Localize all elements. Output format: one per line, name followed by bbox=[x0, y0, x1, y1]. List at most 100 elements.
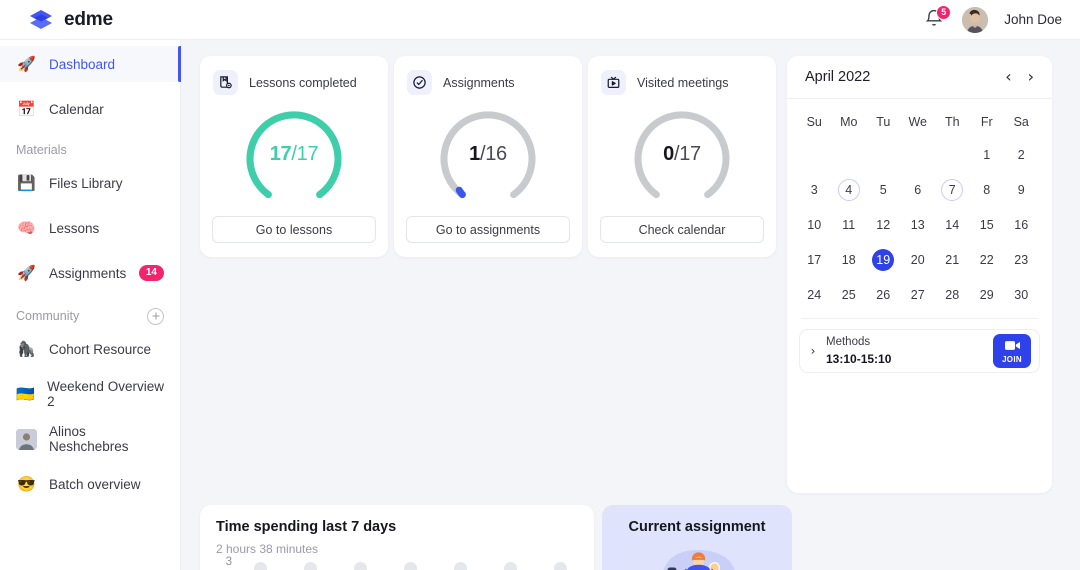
calendar-day[interactable] bbox=[907, 144, 929, 166]
bar-column[interactable] bbox=[492, 562, 528, 570]
calendar-day-cell[interactable]: 21 bbox=[935, 242, 970, 277]
calendar-day-cell[interactable]: 1 bbox=[970, 137, 1005, 172]
calendar-day-cell[interactable]: 24 bbox=[797, 277, 832, 312]
calendar-day[interactable]: 17 bbox=[803, 249, 825, 271]
calendar-day-cell[interactable]: 10 bbox=[797, 207, 832, 242]
calendar-day-cell[interactable]: 16 bbox=[1004, 207, 1039, 242]
notifications-button[interactable]: 5 bbox=[924, 4, 952, 32]
calendar-day[interactable]: 16 bbox=[1010, 214, 1032, 236]
calendar-day-cell[interactable] bbox=[832, 137, 867, 172]
calendar-day-cell[interactable]: 8 bbox=[970, 172, 1005, 207]
bar-column[interactable] bbox=[292, 562, 328, 570]
calendar-day[interactable]: 6 bbox=[907, 179, 929, 201]
sidebar-item-dashboard[interactable]: 🚀 Dashboard bbox=[0, 46, 181, 82]
dow-label: Sa bbox=[1013, 115, 1029, 129]
calendar-day[interactable]: 11 bbox=[838, 214, 860, 236]
calendar-day-cell[interactable] bbox=[935, 137, 970, 172]
calendar-day[interactable]: 9 bbox=[1010, 179, 1032, 201]
calendar-day[interactable]: 4 bbox=[837, 178, 860, 201]
sidebar-item-calendar[interactable]: 📅 Calendar bbox=[0, 91, 180, 127]
calendar-day[interactable]: 12 bbox=[872, 214, 894, 236]
calendar-day-cell[interactable]: 4 bbox=[832, 172, 867, 207]
calendar-day-cell[interactable]: 5 bbox=[866, 172, 901, 207]
join-meeting-button[interactable]: JOIN bbox=[993, 334, 1031, 368]
sidebar-item-alinos-neshchebres[interactable]: Alinos Neshchebres bbox=[0, 421, 180, 457]
calendar-day-cell[interactable] bbox=[797, 137, 832, 172]
calendar-day-cell[interactable]: 11 bbox=[832, 207, 867, 242]
calendar-day[interactable]: 3 bbox=[803, 179, 825, 201]
calendar-day-cell[interactable]: 17 bbox=[797, 242, 832, 277]
calendar-day[interactable]: 10 bbox=[803, 214, 825, 236]
calendar-day-cell[interactable]: 7 bbox=[935, 172, 970, 207]
calendar-day-cell[interactable]: 6 bbox=[901, 172, 936, 207]
calendar-day-cell[interactable]: 22 bbox=[970, 242, 1005, 277]
calendar-day-cell[interactable]: 29 bbox=[970, 277, 1005, 312]
bar-column[interactable] bbox=[392, 562, 428, 570]
calendar-day[interactable]: 7 bbox=[941, 178, 964, 201]
calendar-day-cell[interactable]: 25 bbox=[832, 277, 867, 312]
chevron-right-icon[interactable]: › bbox=[806, 344, 820, 358]
calendar-day[interactable]: 14 bbox=[941, 214, 963, 236]
calendar-day[interactable] bbox=[803, 144, 825, 166]
calendar-day[interactable]: 27 bbox=[907, 284, 929, 306]
sidebar-item-batch-overview[interactable]: 😎 Batch overview bbox=[0, 466, 180, 502]
bar-column[interactable] bbox=[442, 562, 478, 570]
calendar-day[interactable]: 23 bbox=[1010, 249, 1032, 271]
calendar-day[interactable]: 26 bbox=[872, 284, 894, 306]
chevron-left-icon[interactable]: ‹ bbox=[1005, 69, 1011, 85]
calendar-day-cell[interactable]: 18 bbox=[832, 242, 867, 277]
brand-name: edme bbox=[64, 8, 113, 30]
calendar-day-cell[interactable]: 27 bbox=[901, 277, 936, 312]
calendar-day-cell[interactable]: 12 bbox=[866, 207, 901, 242]
calendar-day[interactable]: 24 bbox=[803, 284, 825, 306]
calendar-day[interactable]: 29 bbox=[976, 284, 998, 306]
sidebar-item-files-library[interactable]: 💾 Files Library bbox=[0, 165, 180, 201]
sidebar-item-cohort-resource[interactable]: 🦍 Cohort Resource bbox=[0, 331, 180, 367]
sidebar-item-assignments[interactable]: 🚀 Assignments 14 bbox=[0, 255, 180, 291]
go-to-assignments-button[interactable]: Go to assignments bbox=[406, 216, 570, 243]
calendar-day[interactable] bbox=[838, 144, 860, 166]
avatar[interactable] bbox=[962, 6, 989, 33]
calendar-day[interactable]: 5 bbox=[872, 179, 894, 201]
bar-column[interactable] bbox=[342, 562, 378, 570]
calendar-day-cell[interactable]: 20 bbox=[901, 242, 936, 277]
calendar-day-cell[interactable]: 3 bbox=[797, 172, 832, 207]
calendar-day-cell[interactable]: 19 bbox=[866, 242, 901, 277]
calendar-day[interactable] bbox=[872, 144, 894, 166]
calendar-day[interactable]: 2 bbox=[1010, 144, 1032, 166]
calendar-day-cell[interactable]: 26 bbox=[866, 277, 901, 312]
calendar-day[interactable]: 1 bbox=[976, 144, 998, 166]
calendar-day-cell[interactable]: 9 bbox=[1004, 172, 1039, 207]
calendar-day-cell[interactable]: 23 bbox=[1004, 242, 1039, 277]
sidebar-item-weekend-overview-2[interactable]: 🇺🇦 Weekend Overview 2 bbox=[0, 376, 180, 412]
calendar-day-cell[interactable] bbox=[901, 137, 936, 172]
calendar-day-cell[interactable]: 14 bbox=[935, 207, 970, 242]
calendar-day[interactable]: 18 bbox=[838, 249, 860, 271]
go-to-lessons-button[interactable]: Go to lessons bbox=[212, 216, 376, 243]
calendar-day-cell[interactable]: 15 bbox=[970, 207, 1005, 242]
calendar-day-cell[interactable]: 30 bbox=[1004, 277, 1039, 312]
check-calendar-button[interactable]: Check calendar bbox=[600, 216, 764, 243]
sidebar-item-lessons[interactable]: 🧠 Lessons bbox=[0, 210, 180, 246]
bar-column[interactable] bbox=[542, 562, 578, 570]
calendar-day[interactable]: 13 bbox=[907, 214, 929, 236]
calendar-day[interactable]: 8 bbox=[976, 179, 998, 201]
calendar-day-cell[interactable]: 28 bbox=[935, 277, 970, 312]
plus-circle-icon[interactable] bbox=[147, 307, 164, 325]
calendar-day[interactable]: 21 bbox=[941, 249, 963, 271]
calendar-day[interactable]: 28 bbox=[941, 284, 963, 306]
calendar-day-cell[interactable]: 2 bbox=[1004, 137, 1039, 172]
calendar-day[interactable]: 30 bbox=[1010, 284, 1032, 306]
calendar-day[interactable]: 20 bbox=[907, 249, 929, 271]
brand[interactable]: edme bbox=[18, 7, 113, 33]
calendar-day-cell[interactable]: 13 bbox=[901, 207, 936, 242]
meeting-row[interactable]: › Methods 13:10-15:10 JOIN bbox=[799, 329, 1040, 373]
chevron-right-icon[interactable]: › bbox=[1028, 69, 1034, 85]
calendar-day-cell[interactable] bbox=[866, 137, 901, 172]
calendar-day[interactable]: 25 bbox=[838, 284, 860, 306]
calendar-day[interactable] bbox=[941, 144, 963, 166]
calendar-day-selected[interactable]: 19 bbox=[872, 248, 895, 271]
calendar-day[interactable]: 22 bbox=[976, 249, 998, 271]
bar-column[interactable] bbox=[242, 562, 278, 570]
calendar-day[interactable]: 15 bbox=[976, 214, 998, 236]
